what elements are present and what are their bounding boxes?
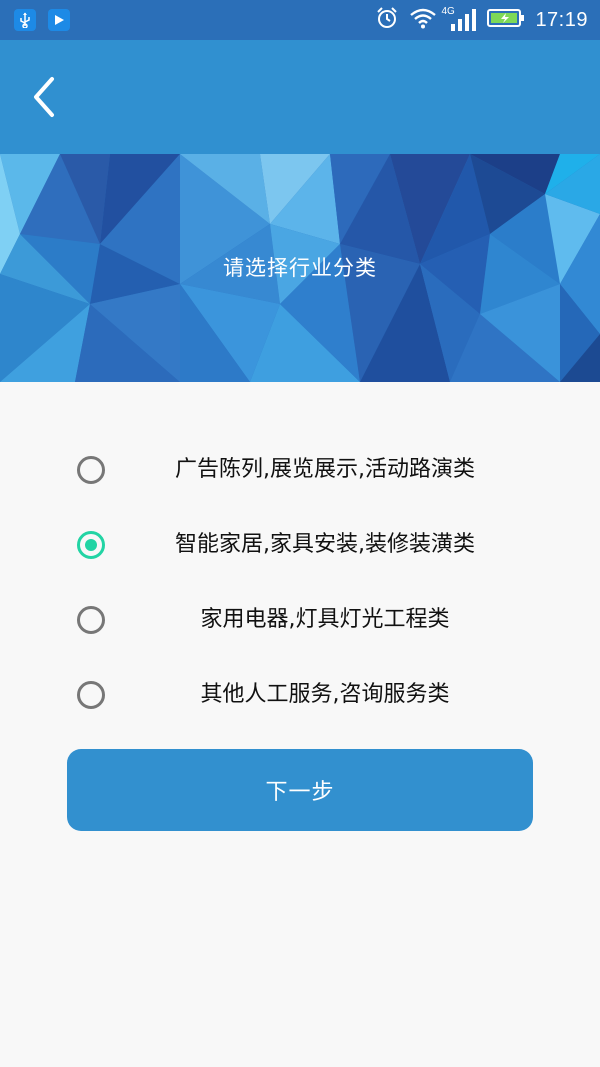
industry-option-smart-home[interactable]: 智能家居,家具安装,装修装潢类 [0,517,600,577]
alarm-icon [375,6,399,34]
option-label: 家用电器,灯具灯光工程类 [200,607,450,632]
radio-button[interactable] [77,456,105,484]
banner-title: 请选择行业分类 [223,256,377,280]
play-store-icon [48,9,70,31]
clock-time: 17:19 [535,8,588,31]
status-bar-system: 4G 17:19 [375,6,588,34]
radio-button[interactable] [77,681,105,709]
status-bar-notifications [14,9,70,31]
back-button[interactable] [22,70,66,124]
option-label: 智能家居,家具安装,装修装潢类 [175,532,475,557]
option-label: 其他人工服务,咨询服务类 [200,682,450,707]
radio-selected-dot [85,539,97,551]
radio-button[interactable] [77,606,105,634]
industry-option-other-services[interactable]: 其他人工服务,咨询服务类 [0,667,600,727]
usb-icon [14,9,36,31]
industry-option-advertising[interactable]: 广告陈列,展览展示,活动路演类 [0,442,600,502]
radio-button-selected[interactable] [77,531,105,559]
chevron-left-icon [34,77,54,117]
app-bar [0,40,600,154]
next-step-button[interactable]: 下一步 [67,749,533,831]
header-banner: 请选择行业分类 [0,154,600,382]
battery-charging-icon [487,8,525,32]
network-type-label: 4G [441,6,455,17]
option-label: 广告陈列,展览展示,活动路演类 [175,457,475,482]
signal-icon: 4G [441,6,477,32]
industry-option-appliances[interactable]: 家用电器,灯具灯光工程类 [0,592,600,652]
status-bar: 4G 17:19 [0,0,600,40]
wifi-icon [409,7,437,33]
